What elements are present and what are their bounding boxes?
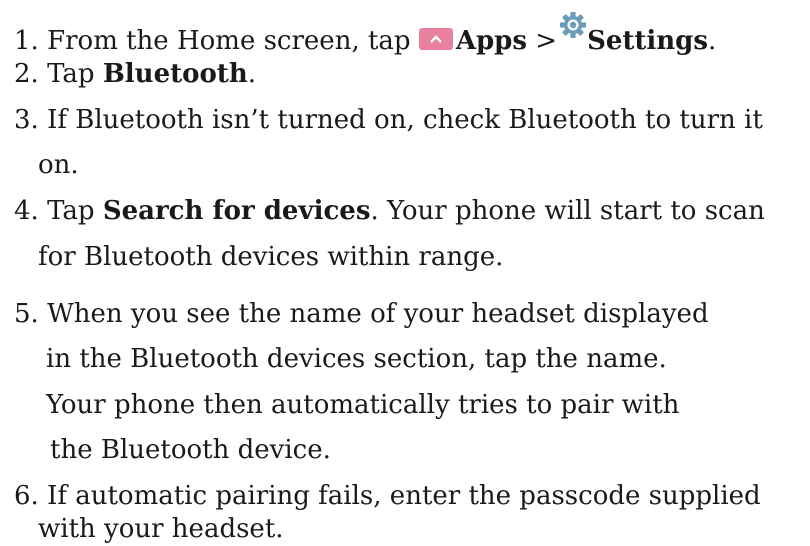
gear-icon	[559, 11, 587, 39]
step-4-line-2: for Bluetooth devices within range.	[38, 242, 504, 272]
settings-label: Settings	[587, 26, 708, 56]
step-4-line-1: 4. Tap Search for devices. Your phone wi…	[14, 194, 765, 228]
apps-chevron-up-icon	[418, 28, 453, 50]
step-5-line-4: the Bluetooth device.	[50, 435, 331, 465]
bluetooth-label: Bluetooth	[102, 59, 248, 89]
step-1-end: .	[708, 26, 717, 56]
step-2-text: 2. Tap	[14, 59, 103, 89]
search-for-devices-label: Search for devices	[102, 196, 371, 226]
apps-label: Apps	[455, 26, 527, 56]
step-1-separator: >	[527, 26, 558, 56]
step-2-end: .	[247, 59, 256, 89]
step-1: 1. From the Home screen, tap Apps > Setti…	[14, 11, 716, 58]
step-6-line-1: 6. If automatic pairing fails, enter the…	[14, 481, 761, 511]
step-1-text: 1. From the Home screen, tap	[14, 26, 419, 56]
step-6-line-2: with your headset.	[38, 514, 284, 544]
step-2: 2. Tap Bluetooth.	[14, 57, 256, 91]
instruction-steps: 1. From the Home screen, tap Apps > Setti…	[0, 0, 810, 544]
step-4-rest: . Your phone will start to scan	[370, 196, 765, 226]
step-5-line-3: Your phone then automatically tries to p…	[46, 390, 680, 420]
step-5-line-1: 5. When you see the name of your headset…	[14, 299, 709, 329]
step-5-line-2: in the Bluetooth devices section, tap th…	[46, 344, 667, 374]
step-3-line-1: 3. If Bluetooth isn’t turned on, check B…	[14, 105, 763, 135]
step-4-text: 4. Tap	[14, 196, 103, 226]
step-3-line-2: on.	[38, 150, 79, 180]
